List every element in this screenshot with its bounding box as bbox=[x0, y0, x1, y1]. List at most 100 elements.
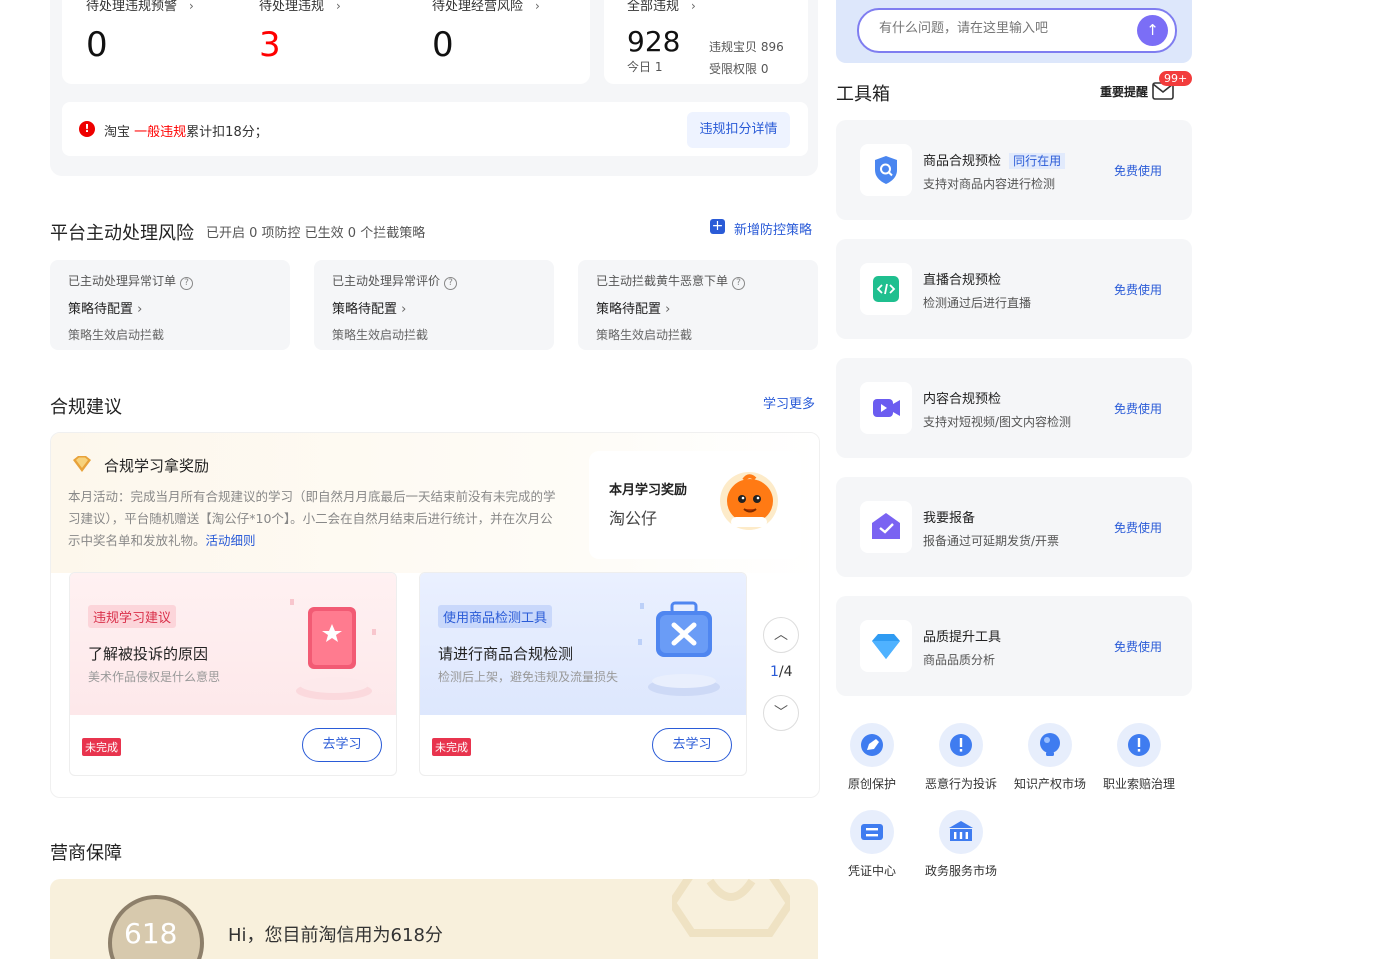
free-use-button[interactable]: 免费使用 bbox=[1114, 281, 1162, 298]
diamond-icon bbox=[71, 455, 93, 473]
tool-title: 内容合规预检 bbox=[923, 392, 1002, 407]
decorative-shield-icon bbox=[667, 879, 795, 953]
risk-card-status: 策略待配置 › bbox=[596, 302, 671, 317]
tool-card-report[interactable]: 我要报备 报备通过可延期发货/开票 免费使用 bbox=[836, 477, 1192, 577]
help-icon[interactable]: ? bbox=[732, 277, 746, 290]
add-strategy-button[interactable]: 新增防控策略 bbox=[734, 219, 812, 238]
credit-score-value: 618 bbox=[124, 917, 178, 950]
tool-card-live-precheck[interactable]: 直播合规预检 检测通过后进行直播 免费使用 bbox=[836, 239, 1192, 339]
ticket-icon bbox=[850, 810, 894, 854]
page-total: /4 bbox=[778, 664, 793, 680]
credit-score-text: Hi，您目前淘信用为618分 bbox=[228, 925, 443, 946]
chevron-up-icon[interactable]: ︿ bbox=[763, 617, 799, 653]
risk-card-abnormal-review[interactable]: 已主动处理异常评价? 策略待配置 › 策略生效启动拦截 bbox=[314, 260, 554, 350]
learn-more-link[interactable]: 学习更多 bbox=[763, 393, 815, 412]
building-icon bbox=[939, 810, 983, 854]
mascot-image bbox=[719, 471, 779, 533]
search-input[interactable] bbox=[877, 20, 1121, 37]
tool-title: 商品合规预检 同行在用 bbox=[923, 150, 1066, 169]
check-badge-icon bbox=[860, 501, 912, 553]
tool-desc: 商品品质分析 bbox=[923, 653, 996, 667]
risk-card-status: 策略待配置 › bbox=[68, 302, 143, 317]
carousel-pagination: 1/4 bbox=[770, 664, 793, 680]
plus-icon: + bbox=[710, 218, 725, 234]
deduction-detail-button[interactable]: 违规扣分详情 bbox=[687, 112, 790, 148]
reward-text: 本月活动：完成当月所有合规建议的学习（即自然月月底最后一天结束前没有未完成的学习… bbox=[68, 489, 556, 548]
study-card-complaint[interactable]: 违规学习建议 了解被投诉的原因 美术作品侵权是什么意思 未完成 去学习 bbox=[69, 572, 397, 776]
status-badge: 未完成 bbox=[432, 738, 471, 756]
send-arrow-icon[interactable]: ↑ bbox=[1137, 15, 1168, 46]
guarantee-title: 营商保障 bbox=[50, 843, 122, 864]
risk-card-desc: 策略生效启动拦截 bbox=[68, 328, 165, 342]
alert-icon bbox=[1117, 723, 1161, 767]
tool-title: 品质提升工具 bbox=[923, 630, 1002, 645]
important-reminder-link[interactable]: 重要提醒 bbox=[1100, 83, 1148, 100]
credit-score-banner: 618 Hi，您目前淘信用为618分 bbox=[50, 879, 818, 959]
study-tag: 使用商品检测工具 bbox=[438, 605, 553, 628]
service-government-market[interactable]: 政务服务市场 bbox=[916, 810, 1006, 879]
reward-description: 本月活动：完成当月所有合规建议的学习（即自然月月底最后一天结束前没有未完成的学习… bbox=[68, 486, 563, 552]
chevron-down-icon[interactable]: ﹀ bbox=[763, 695, 799, 731]
pending-warning-link[interactable]: 待处理违规预警 › bbox=[86, 0, 194, 14]
risk-card-desc: 策略生效启动拦截 bbox=[332, 328, 429, 342]
go-study-button[interactable]: 去学习 bbox=[302, 728, 382, 762]
study-title: 了解被投诉的原因 bbox=[88, 645, 209, 663]
service-voucher-center[interactable]: 凭证中心 bbox=[827, 810, 917, 879]
risk-card-title: 已主动拦截黄牛恶意下单? bbox=[596, 272, 746, 290]
notification-badge: 99+ bbox=[1159, 71, 1193, 86]
service-label: 职业索赔治理 bbox=[1102, 777, 1175, 791]
chevron-right-icon: › bbox=[665, 302, 671, 317]
chevron-right-icon: › bbox=[691, 0, 696, 13]
video-icon bbox=[860, 382, 912, 434]
pending-risk-link[interactable]: 待处理经营风险 › bbox=[432, 0, 540, 14]
all-violation-count: 928 bbox=[627, 25, 681, 58]
tool-title: 我要报备 bbox=[923, 511, 976, 526]
platform-risk-summary: 已开启 0 项防控 已生效 0 个拦截策略 bbox=[206, 226, 426, 241]
service-ip-market[interactable]: 知识产权市场 bbox=[1005, 723, 1095, 792]
service-malicious-complaint[interactable]: 恶意行为投诉 bbox=[916, 723, 1006, 792]
restricted-permission-count: 受限权限 0 bbox=[709, 62, 769, 76]
service-label: 恶意行为投诉 bbox=[924, 777, 997, 791]
tool-desc: 报备通过可延期发货/开票 bbox=[923, 534, 1060, 548]
today-count: 今日 1 bbox=[627, 60, 663, 74]
free-use-button[interactable]: 免费使用 bbox=[1114, 162, 1162, 179]
chevron-right-icon: › bbox=[401, 302, 407, 317]
help-icon[interactable]: ? bbox=[180, 277, 194, 290]
free-use-button[interactable]: 免费使用 bbox=[1114, 400, 1162, 417]
tool-card-quality[interactable]: 品质提升工具 商品品质分析 免费使用 bbox=[836, 596, 1192, 696]
tool-card-product-precheck[interactable]: 商品合规预检 同行在用 支持对商品内容进行检测 免费使用 bbox=[836, 120, 1192, 220]
violation-items-count: 违规宝贝 896 bbox=[709, 40, 784, 54]
study-tag: 违规学习建议 bbox=[88, 605, 177, 628]
risk-card-desc: 策略生效启动拦截 bbox=[596, 328, 693, 342]
shield-search-icon bbox=[860, 144, 912, 196]
all-violation-link[interactable]: 全部违规 › bbox=[627, 0, 696, 14]
risk-card-scalper-order[interactable]: 已主动拦截黄牛恶意下单? 策略待配置 › 策略生效启动拦截 bbox=[578, 260, 818, 350]
pending-violation-link[interactable]: 待处理违规 › bbox=[259, 0, 341, 14]
service-original-protection[interactable]: 原创保护 bbox=[827, 723, 917, 792]
go-study-button[interactable]: 去学习 bbox=[652, 728, 732, 762]
notice-platform: 淘宝 bbox=[104, 125, 131, 140]
alert-icon: ! bbox=[79, 121, 95, 137]
book-icon bbox=[288, 599, 380, 703]
tool-desc: 检测通过后进行直播 bbox=[923, 296, 1032, 310]
tool-card-content-precheck[interactable]: 内容合规预检 支持对短视频/图文内容检测 免费使用 bbox=[836, 358, 1192, 458]
pending-violation-count: 3 bbox=[259, 25, 281, 65]
platform-risk-title: 平台主动处理风险 bbox=[50, 223, 194, 244]
search-box: ↑ bbox=[857, 8, 1177, 53]
reward-item-name: 淘公仔 bbox=[609, 509, 658, 528]
chevron-right-icon: › bbox=[535, 0, 540, 13]
alert-icon bbox=[939, 723, 983, 767]
activity-rules-link[interactable]: 活动细则 bbox=[206, 533, 256, 548]
free-use-button[interactable]: 免费使用 bbox=[1114, 638, 1162, 655]
tool-tag: 同行在用 bbox=[1009, 153, 1066, 169]
service-claim-governance[interactable]: 职业索赔治理 bbox=[1094, 723, 1184, 792]
free-use-button[interactable]: 免费使用 bbox=[1114, 519, 1162, 536]
reward-banner: 合规学习拿奖励 本月活动：完成当月所有合规建议的学习（即自然月月底最后一天结束前… bbox=[51, 433, 819, 573]
study-desc: 美术作品侵权是什么意思 bbox=[88, 670, 221, 684]
status-badge: 未完成 bbox=[82, 738, 121, 756]
study-card-product-check[interactable]: 使用商品检测工具 请进行商品合规检测 检测后上架，避免违规及流量损失 未完成 去… bbox=[419, 572, 747, 776]
risk-card-abnormal-order[interactable]: 已主动处理异常订单? 策略待配置 › 策略生效启动拦截 bbox=[50, 260, 290, 350]
tool-desc: 支持对商品内容进行检测 bbox=[923, 177, 1056, 191]
help-icon[interactable]: ? bbox=[444, 277, 458, 290]
study-desc: 检测后上架，避免违规及流量损失 bbox=[438, 670, 619, 684]
